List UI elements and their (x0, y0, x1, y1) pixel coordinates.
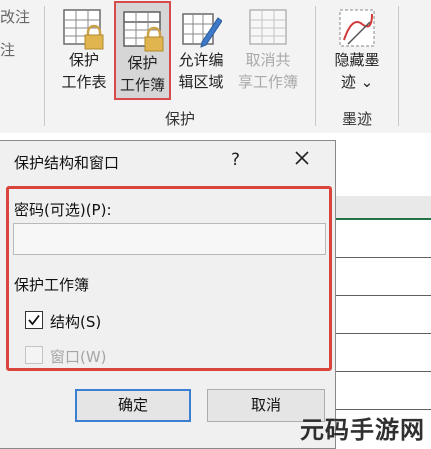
unshare-workbook-button[interactable]: 取消共 享工作簿 (232, 0, 304, 104)
protect-sheet-button[interactable]: 保护 工作表 (52, 0, 116, 104)
hide-ink-label-1: 隐藏墨 (334, 51, 380, 69)
ok-button[interactable]: 确定 (75, 389, 191, 422)
sheet-header-row (330, 196, 431, 218)
workbook-lock-icon (123, 11, 164, 52)
ribbon-divider (315, 6, 316, 126)
section-label-protect-workbook: 保护工作簿 (14, 276, 90, 294)
windows-label: 窗口(W) (50, 348, 107, 366)
unshare-label-1: 取消共 (245, 51, 291, 69)
group-label-protect: 保护 (164, 110, 195, 128)
protect-workbook-label-1: 保护 (127, 54, 158, 72)
hide-ink-icon (339, 9, 375, 47)
protect-sheet-label-2: 工作表 (61, 73, 107, 91)
windows-checkbox[interactable] (25, 346, 43, 364)
protect-sheet-label-1: 保护 (68, 51, 99, 69)
ribbon-edge-label-2: 注 (0, 41, 16, 59)
unshare-workbook-icon (249, 9, 287, 45)
group-label-ink: 墨迹 (341, 110, 372, 128)
checkmark-icon (28, 314, 40, 326)
structure-label[interactable]: 结构(S) (50, 311, 101, 332)
sheet-lock-icon (63, 9, 104, 50)
edit-ranges-icon (182, 13, 222, 48)
hide-ink-button[interactable]: 隐藏墨 迹 ⌄ (322, 0, 392, 104)
ribbon: 改注 注 保护 工作表 保护 工作簿 允许编 辑区域 取消共 享工作簿 保护 隐… (0, 0, 431, 133)
watermark-text: 元码手游网 (300, 416, 425, 444)
protect-workbook-button[interactable]: 保护 工作簿 (114, 1, 171, 100)
hide-ink-label-2: 迹 ⌄ (340, 73, 374, 91)
dialog-title: 保护结构和窗口 (14, 154, 120, 172)
protect-workbook-label-2: 工作簿 (119, 76, 165, 94)
selected-cell-indicator (330, 218, 431, 220)
protect-structure-dialog: 保护结构和窗口 ? 密码(可选)(P): 保护工作簿 结构(S) 窗口(W) 确… (0, 140, 336, 449)
ribbon-divider (398, 6, 399, 126)
allow-edit-label-2: 辑区域 (178, 73, 224, 91)
ribbon-cutoff-edge: 改注 注 (0, 0, 30, 133)
structure-checkbox[interactable] (25, 311, 43, 329)
ribbon-divider (44, 6, 45, 126)
ribbon-edge-label-1: 改注 (0, 8, 31, 26)
help-button[interactable]: ? (231, 150, 240, 170)
close-icon[interactable] (291, 147, 313, 169)
allow-edit-ranges-button[interactable]: 允许编 辑区域 (172, 0, 230, 104)
password-label: 密码(可选)(P): (14, 201, 112, 219)
allow-edit-label-1: 允许编 (178, 51, 224, 69)
password-input[interactable] (13, 223, 326, 255)
unshare-label-2: 享工作簿 (237, 73, 298, 91)
